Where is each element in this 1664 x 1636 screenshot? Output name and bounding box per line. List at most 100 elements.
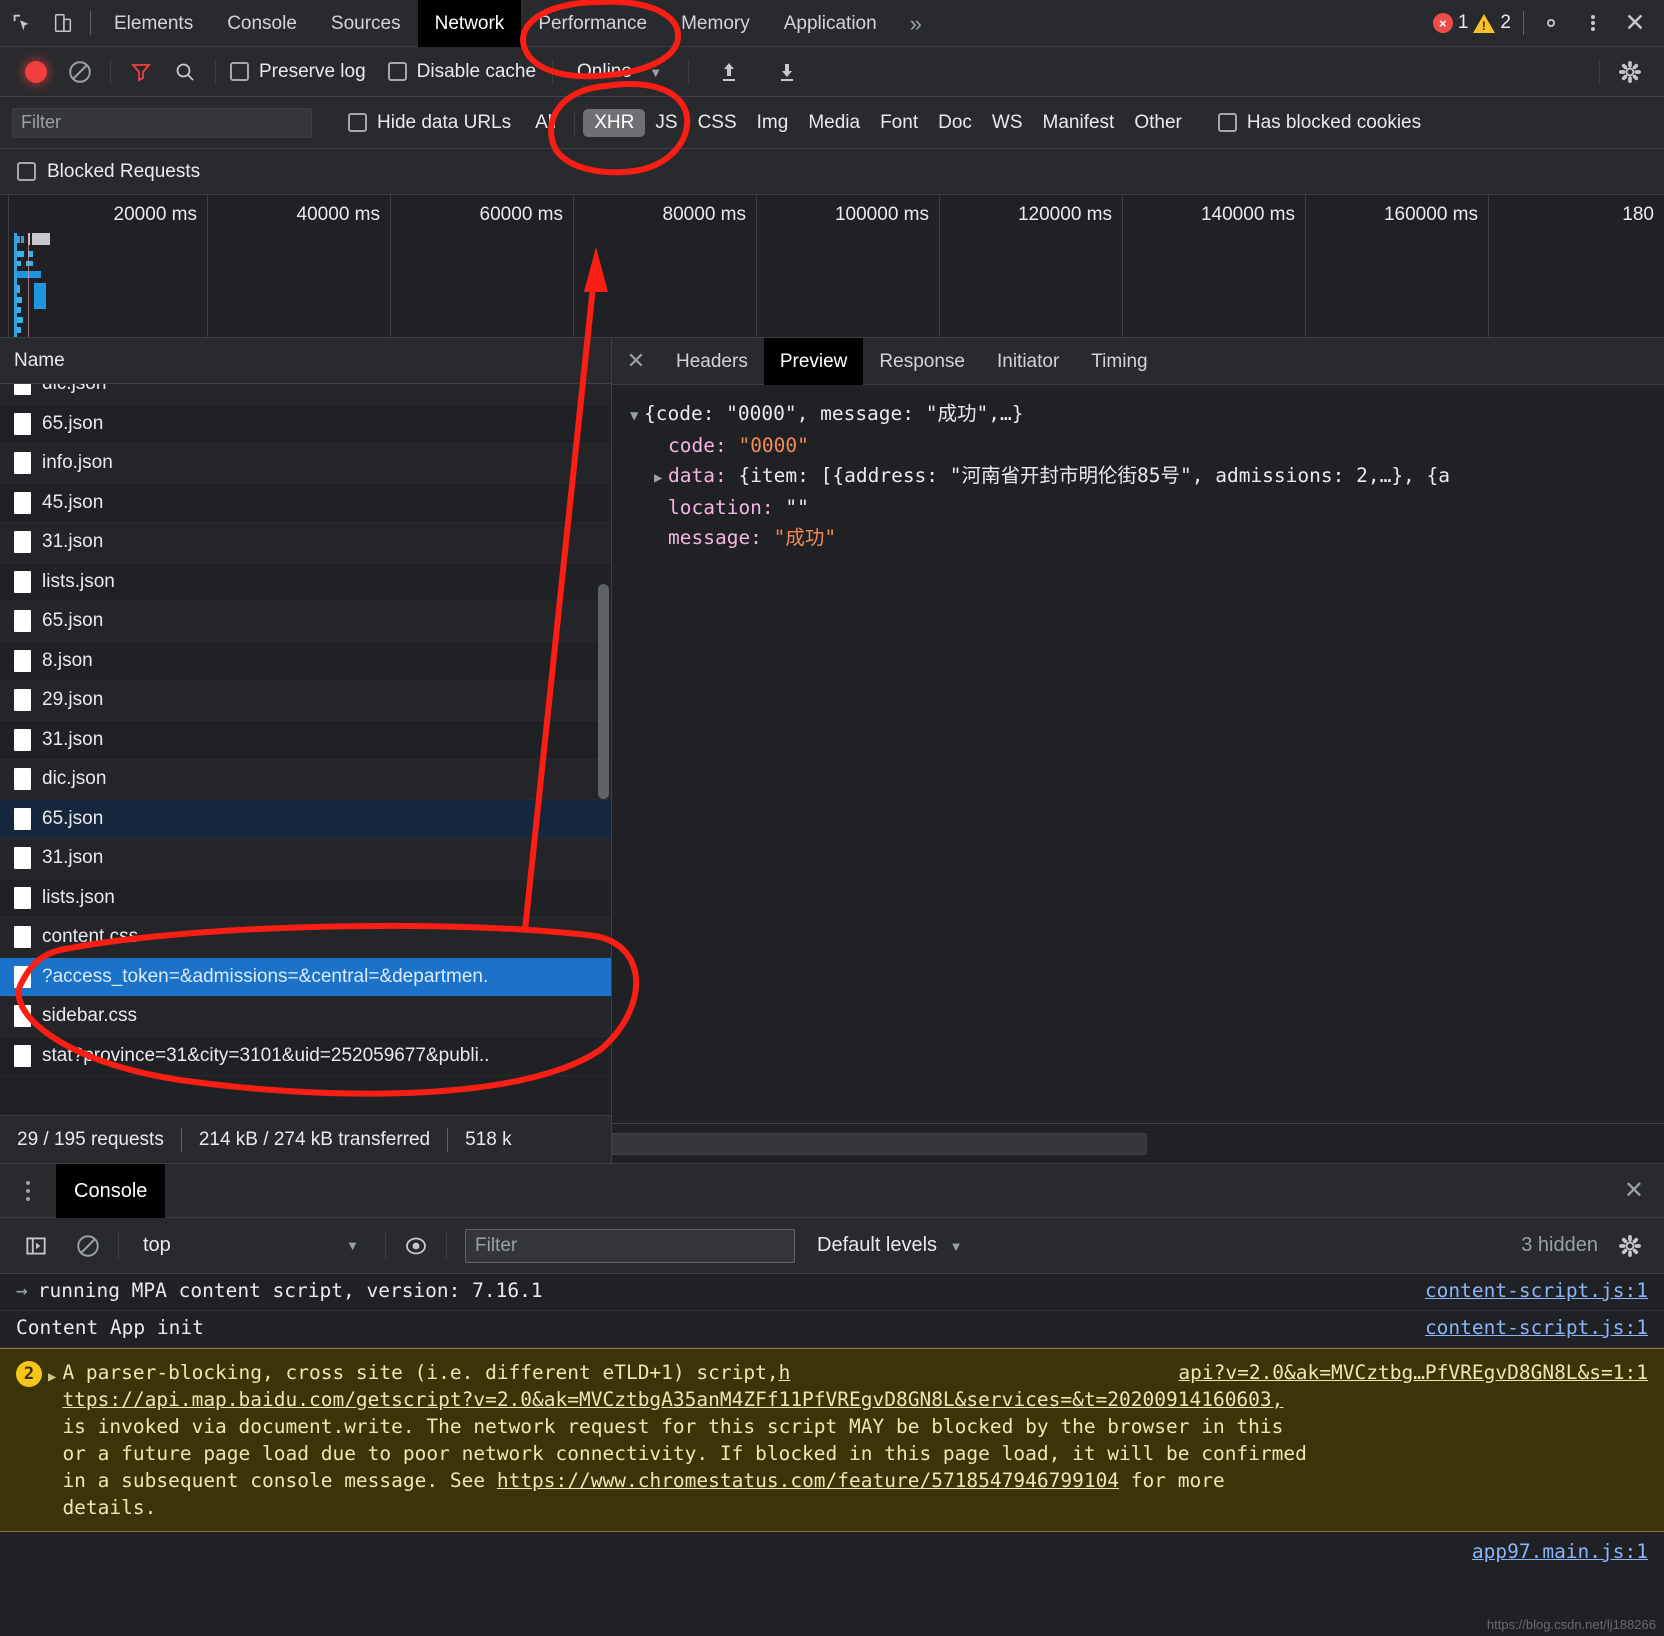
- table-row[interactable]: sidebar.css: [0, 997, 611, 1037]
- filter-type-other[interactable]: Other: [1124, 112, 1192, 134]
- request-filter-input[interactable]: Filter: [12, 107, 312, 138]
- console-source-link[interactable]: content-script.js:1: [1403, 1316, 1648, 1339]
- tab-preview[interactable]: Preview: [763, 337, 864, 385]
- more-tabs-icon[interactable]: »: [894, 0, 938, 47]
- table-row[interactable]: lists.json: [0, 563, 611, 602]
- live-expression-eye-icon[interactable]: [394, 1224, 438, 1268]
- filter-type-ws[interactable]: WS: [982, 112, 1033, 134]
- clear-requests-icon[interactable]: [58, 50, 102, 94]
- console-toolbar: top ▼ Filter Default levels ▼ 3 hidden: [0, 1218, 1664, 1274]
- request-rows[interactable]: dic.json 65.json info.json 45.json 31.js…: [0, 384, 611, 1115]
- chromestatus-link[interactable]: https://www.chromestatus.com/feature/571…: [497, 1469, 1119, 1492]
- record-button[interactable]: [14, 50, 58, 94]
- filter-type-font[interactable]: Font: [870, 112, 928, 134]
- network-overview-timeline[interactable]: 20000 ms 40000 ms 60000 ms 80000 ms 1000…: [0, 195, 1664, 338]
- settings-gear-icon[interactable]: [1530, 0, 1572, 47]
- filter-type-all[interactable]: All: [525, 112, 566, 134]
- console-source-link[interactable]: content-script.js:1: [1403, 1279, 1648, 1302]
- table-row[interactable]: ?access_token=&admissions=&central=&depa…: [0, 957, 611, 997]
- table-row[interactable]: 65.json: [0, 799, 611, 839]
- filter-type-doc[interactable]: Doc: [928, 112, 982, 134]
- collapse-triangle-icon[interactable]: ▼: [630, 401, 644, 431]
- filter-type-img[interactable]: Img: [747, 112, 799, 134]
- console-source-link[interactable]: api?v=2.0&ak=MVCztbg…PfVREgvD8GN8L&s=1:1: [1162, 1359, 1648, 1386]
- detail-horizontal-scrollbar[interactable]: [612, 1132, 1147, 1155]
- error-warning-counts[interactable]: × 1 2: [1432, 12, 1511, 34]
- close-detail-icon[interactable]: ✕: [612, 348, 660, 374]
- table-row[interactable]: 45.json: [0, 484, 611, 523]
- table-row[interactable]: 8.json: [0, 642, 611, 681]
- console-settings-gear-icon[interactable]: [1608, 1224, 1652, 1268]
- table-row[interactable]: 65.json: [0, 602, 611, 642]
- hide-data-urls-checkbox[interactable]: Hide data URLs: [348, 112, 511, 134]
- tab-performance[interactable]: Performance: [521, 0, 664, 47]
- console-message-log[interactable]: Content App init content-script.js:1: [0, 1311, 1664, 1348]
- console-sidebar-icon[interactable]: [14, 1224, 58, 1268]
- table-row[interactable]: dic.json: [0, 384, 611, 405]
- request-list-scrollbar[interactable]: [598, 584, 609, 799]
- filter-funnel-icon[interactable]: [119, 50, 163, 94]
- import-har-icon[interactable]: [707, 50, 751, 94]
- console-levels-select[interactable]: Default levels ▼: [817, 1234, 963, 1257]
- tab-network[interactable]: Network: [417, 0, 522, 47]
- disable-cache-checkbox[interactable]: Disable cache: [387, 61, 536, 83]
- table-row[interactable]: content.css: [0, 918, 611, 958]
- device-toolbar-icon[interactable]: [42, 0, 84, 47]
- table-row[interactable]: info.json: [0, 444, 611, 484]
- expand-triangle-icon[interactable]: ▶: [48, 1364, 56, 1391]
- console-message-warning[interactable]: 2 ▶ A parser-blocking, cross site (i.e. …: [0, 1348, 1664, 1532]
- drawer-tab-console[interactable]: Console: [56, 1163, 166, 1218]
- tab-response[interactable]: Response: [863, 338, 981, 385]
- clear-console-icon[interactable]: [66, 1224, 110, 1268]
- warning-link-head[interactable]: h: [779, 1359, 791, 1386]
- warning-url-line[interactable]: ttps://api.map.baidu.com/getscript?v=2.0…: [62, 1386, 1648, 1413]
- filter-type-css[interactable]: CSS: [688, 112, 747, 134]
- filter-type-media[interactable]: Media: [798, 112, 870, 134]
- tab-headers[interactable]: Headers: [660, 338, 764, 385]
- network-settings-gear-icon[interactable]: [1608, 50, 1652, 94]
- preserve-log-checkbox[interactable]: Preserve log: [230, 61, 366, 83]
- export-har-icon[interactable]: [765, 50, 809, 94]
- table-row[interactable]: 31.json: [0, 839, 611, 879]
- throttling-select[interactable]: Online ▼: [577, 61, 662, 83]
- search-icon[interactable]: [163, 50, 207, 94]
- table-row[interactable]: dic.json: [0, 760, 611, 800]
- execution-context-select[interactable]: top ▼: [127, 1234, 377, 1257]
- table-row[interactable]: stat?province=31&city=3101&uid=252059677…: [0, 1037, 611, 1076]
- console-filter-input[interactable]: Filter: [465, 1228, 795, 1263]
- console-source-link[interactable]: app97.main.js:1: [1472, 1540, 1648, 1563]
- tab-application[interactable]: Application: [767, 0, 894, 47]
- request-column-header[interactable]: Name: [0, 338, 611, 384]
- preview-json-tree[interactable]: ▼ {code: "0000", message: "成功",…} code: "…: [612, 385, 1664, 1123]
- table-row[interactable]: 31.json: [0, 523, 611, 563]
- chevron-down-icon: ▼: [346, 1238, 359, 1253]
- filter-type-manifest[interactable]: Manifest: [1033, 112, 1125, 134]
- json-root-line[interactable]: ▼ {code: "0000", message: "成功",…}: [630, 399, 1664, 431]
- console-messages[interactable]: → running MPA content script, version: 7…: [0, 1274, 1664, 1636]
- drawer-more-icon[interactable]: [0, 1180, 56, 1201]
- tab-memory[interactable]: Memory: [664, 0, 767, 47]
- tab-sources[interactable]: Sources: [314, 0, 418, 47]
- tab-elements[interactable]: Elements: [97, 0, 210, 47]
- blocked-requests-checkbox[interactable]: Blocked Requests: [0, 149, 1664, 195]
- table-row[interactable]: lists.json: [0, 879, 611, 918]
- json-line-data[interactable]: ▶ data: {item: [{address: "河南省开封市明伦街85号",…: [630, 461, 1664, 493]
- overview-request-bars: [8, 233, 80, 337]
- tab-initiator[interactable]: Initiator: [981, 338, 1075, 385]
- request-name: lists.json: [42, 886, 115, 908]
- tab-timing[interactable]: Timing: [1075, 338, 1163, 385]
- filter-type-xhr[interactable]: XHR: [583, 108, 646, 137]
- console-message-log[interactable]: → running MPA content script, version: 7…: [0, 1274, 1664, 1311]
- table-row[interactable]: 31.json: [0, 721, 611, 760]
- table-row[interactable]: 29.json: [0, 681, 611, 721]
- close-drawer-icon[interactable]: ✕: [1624, 1176, 1664, 1205]
- more-options-icon[interactable]: [1572, 0, 1614, 47]
- close-devtools-icon[interactable]: ✕: [1614, 0, 1656, 47]
- table-row[interactable]: 65.json: [0, 405, 611, 444]
- expand-triangle-icon[interactable]: ▶: [654, 463, 668, 493]
- has-blocked-cookies-checkbox[interactable]: Has blocked cookies: [1217, 112, 1421, 134]
- tab-console[interactable]: Console: [210, 0, 314, 47]
- filter-type-js[interactable]: JS: [645, 112, 687, 134]
- inspect-icon[interactable]: [0, 0, 42, 47]
- overview-tick-5: 120000 ms: [940, 195, 1123, 337]
